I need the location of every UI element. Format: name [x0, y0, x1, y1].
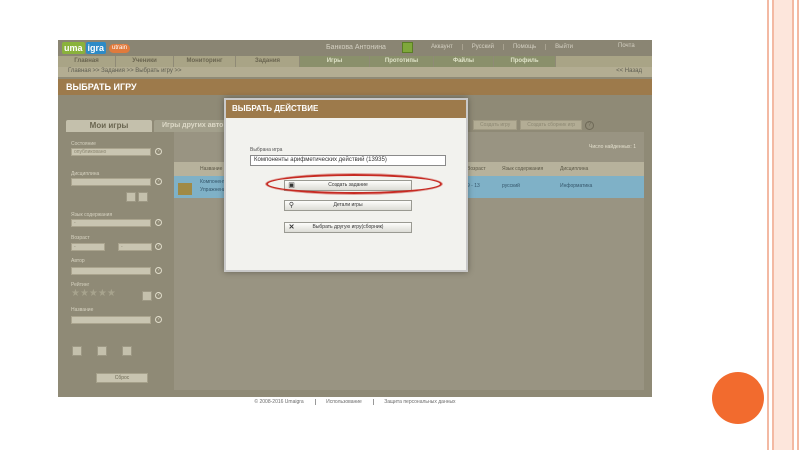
age-label: Возраст: [71, 235, 90, 241]
site-logo[interactable]: uma igra utrain: [62, 42, 131, 54]
selected-game-label: Выбрана игра: [250, 147, 283, 153]
choose-other-game-button[interactable]: ✕ Выбрать другую игру(сборник): [284, 222, 412, 233]
age-to-select[interactable]: -: [118, 243, 152, 251]
page-title: ВЫБРАТЬ ИГРУ: [58, 79, 652, 95]
col-name[interactable]: Название: [200, 166, 222, 172]
filter-sidebar: Состояние опубликовано ? Дисциплина ? Яз…: [66, 132, 166, 390]
reset-button[interactable]: Сброс: [96, 373, 148, 383]
magnifier-icon: ⚲: [288, 202, 295, 209]
nav-home[interactable]: Главная: [58, 56, 116, 67]
age-to-value: -: [121, 244, 123, 250]
create-collection-button[interactable]: Создать сборник игр: [520, 120, 583, 130]
slide-side-band: [774, 0, 792, 450]
slide-side-stripe: [797, 0, 799, 450]
top-links: Аккаунт Русский Помощь Выйти: [422, 44, 582, 50]
refresh-icon[interactable]: [126, 192, 136, 202]
nav-tasks[interactable]: Задания: [236, 56, 300, 67]
slide-side-stripe: [772, 0, 774, 450]
found-count: Число найденных: 1: [589, 144, 636, 150]
help-icon[interactable]: ?: [155, 148, 162, 155]
mail-link[interactable]: Почта: [618, 43, 635, 49]
top-bar: uma igra utrain Банкова Антонина Аккаунт…: [58, 40, 652, 56]
game-action-buttons: Создать игру Создать сборник игр ?: [470, 120, 595, 130]
logo-part-2: igra: [85, 42, 107, 54]
filter-option-icon[interactable]: [122, 346, 132, 356]
close-icon: ✕: [288, 224, 295, 231]
nav-files[interactable]: Файлы: [434, 56, 494, 67]
footer: © 2008-2016 Umaigra Использование Защита…: [58, 397, 652, 409]
logo-part-3: utrain: [109, 43, 131, 53]
nav-monitoring[interactable]: Мониторинг: [174, 56, 236, 67]
slide-decor-dot: [712, 372, 764, 424]
slide-side-stripe: [767, 0, 769, 450]
help-icon[interactable]: ?: [585, 120, 595, 130]
found-label: Число найденных:: [589, 144, 632, 150]
rating-stars[interactable]: ★★★★★: [71, 288, 116, 299]
dialog-title: ВЫБРАТЬ ДЕЙСТВИЕ: [226, 100, 466, 118]
author-field[interactable]: [71, 267, 151, 275]
col-discipline[interactable]: Дисциплина: [560, 166, 588, 172]
col-lang[interactable]: Язык содержания: [502, 166, 543, 172]
tab-my-games[interactable]: Мои игры: [66, 120, 152, 132]
choose-other-game-label: Выбрать другую игру(сборник): [312, 224, 384, 230]
discipline-field[interactable]: [71, 178, 151, 186]
nav-games[interactable]: Игры: [300, 56, 370, 67]
state-select[interactable]: опубликовано: [71, 148, 151, 156]
nav-students[interactable]: Ученики: [116, 56, 174, 67]
filter-option-icon[interactable]: [97, 346, 107, 356]
breadcrumb-bar: Главная >> Задания >> Выбрать игру >> <<…: [58, 67, 652, 77]
terms-link[interactable]: Использование: [315, 399, 372, 405]
game-thumbnail: [178, 183, 192, 195]
row-discipline: Информатика: [560, 183, 593, 189]
filter-option-icon[interactable]: [72, 346, 82, 356]
logo-part-1: uma: [62, 42, 85, 54]
game-details-button[interactable]: ⚲ Детали игры: [284, 200, 412, 211]
help-icon[interactable]: ?: [155, 292, 162, 299]
help-icon[interactable]: ?: [155, 219, 162, 226]
help-icon[interactable]: ?: [155, 178, 162, 185]
privacy-link[interactable]: Защита персональных данных: [373, 399, 466, 405]
nav-prototypes[interactable]: Прототипы: [370, 56, 434, 67]
create-game-button[interactable]: Создать игру: [473, 120, 518, 130]
state-value: опубликовано: [74, 149, 107, 155]
help-link[interactable]: Помощь: [502, 44, 545, 50]
content-lang-select[interactable]: -: [71, 219, 151, 227]
state-label: Состояние: [71, 141, 96, 147]
language-link[interactable]: Русский: [461, 44, 503, 50]
highlight-annotation: [266, 174, 442, 194]
dialog-body: Выбрана игра Компоненты арифметических д…: [226, 118, 466, 270]
user-avatar-icon[interactable]: [402, 42, 413, 53]
refresh-icon[interactable]: [142, 291, 152, 301]
breadcrumb[interactable]: Главная >> Задания >> Выбрать игру >>: [68, 68, 182, 74]
selected-game-field[interactable]: Компоненты арифметических действий (1393…: [250, 155, 446, 166]
game-details-label: Детали игры: [333, 202, 363, 208]
help-icon[interactable]: ?: [155, 243, 162, 250]
nav-profile[interactable]: Профиль: [494, 56, 556, 67]
account-link[interactable]: Аккаунт: [422, 44, 462, 50]
slide-side-stripe: [792, 0, 794, 450]
author-label: Автор: [71, 258, 85, 264]
help-icon[interactable]: ?: [155, 316, 162, 323]
age-from-select[interactable]: -: [71, 243, 105, 251]
age-from-value: -: [74, 244, 76, 250]
back-link[interactable]: << Назад: [616, 68, 642, 74]
found-value: 1: [633, 144, 636, 150]
help-icon[interactable]: ?: [155, 267, 162, 274]
user-name[interactable]: Банкова Антонина: [326, 44, 386, 51]
content-lang-label: Язык содержания: [71, 212, 113, 218]
col-age[interactable]: Возраст: [467, 166, 486, 172]
name-label: Название: [71, 307, 94, 313]
search-icon[interactable]: [138, 192, 148, 202]
name-field[interactable]: [71, 316, 151, 324]
content-lang-value: -: [74, 220, 76, 226]
logout-link[interactable]: Выйти: [545, 44, 582, 50]
row-age: 9 - 13: [467, 183, 480, 189]
discipline-label: Дисциплина: [71, 171, 100, 177]
row-lang: русский: [502, 183, 520, 189]
main-nav: Главная Ученики Мониторинг Задания Игры …: [58, 56, 652, 67]
copyright: © 2008-2016 Umaigra: [254, 399, 304, 405]
